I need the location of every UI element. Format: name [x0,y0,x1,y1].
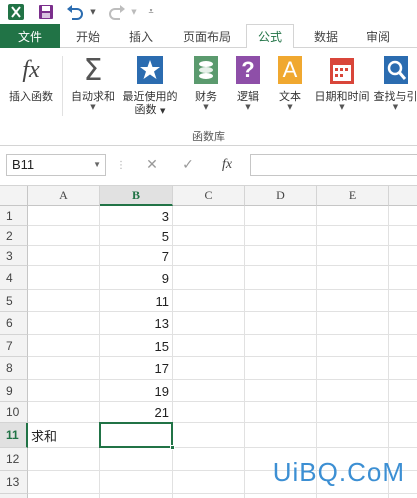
redo-icon[interactable] [106,2,128,22]
row-header-7[interactable]: 7 [0,335,28,357]
ribbon-separator [62,56,63,116]
cell-b4[interactable]: 9 [100,266,172,290]
row-gridline [28,356,417,357]
recently-used-button[interactable]: 最近使用的 函数 ▼ [118,54,182,118]
active-cell-b11[interactable] [99,422,173,448]
cell-b6[interactable]: 13 [100,312,172,335]
watermark-logo: UiBQ.CoM [272,457,405,487]
formula-input[interactable] [250,154,417,176]
chevron-down-icon: ▼ [90,103,96,111]
row-header-12[interactable]: 12 [0,448,28,471]
redo-dropdown-icon[interactable]: ▼ [129,2,139,22]
text-button[interactable]: A 文本 ▼ [272,54,308,112]
tab-insert[interactable]: 插入 [118,24,164,48]
row-gridline [28,225,417,226]
row-header-14[interactable]: 14 [0,494,28,498]
chevron-down-icon: ▼ [392,103,399,111]
row-header-6[interactable]: 6 [0,312,28,335]
group-label: 函数库 [192,130,225,143]
chevron-down-icon: ▼ [287,103,293,111]
column-header-a[interactable]: A [28,186,100,206]
text-icon: A [275,54,305,86]
excel-logo-icon [6,2,26,22]
fill-handle[interactable] [170,445,175,450]
column-gridline [316,206,317,498]
logical-icon: ? [233,54,263,86]
name-box[interactable]: B11 ▼ [6,154,106,176]
formula-bar: B11 ▼ ⋮ ✕ ✓ fx [0,146,417,186]
row-gridline [28,493,417,494]
financial-icon [191,54,221,86]
formula-bar-grip-icon: ⋮ [116,159,126,171]
chevron-down-icon: ▼ [245,103,251,111]
cell-b9[interactable]: 19 [100,380,172,402]
insert-function-fx-icon[interactable]: fx [214,154,240,176]
enter-icon[interactable]: ✓ [176,154,200,176]
name-box-dropdown-icon[interactable]: ▼ [93,155,101,175]
row-header-4[interactable]: 4 [0,266,28,290]
column-gridline [244,206,245,498]
cell-b8[interactable]: 17 [100,357,172,380]
column-header-d[interactable]: D [245,186,317,206]
row-header-5[interactable]: 5 [0,290,28,312]
cell-b7[interactable]: 15 [100,335,172,357]
save-icon[interactable] [36,2,56,22]
row-header-3[interactable]: 3 [0,246,28,266]
ribbon-function-library: fx 插入函数 Σ 自动求和 ▼ 最近使用的函数 ▼ 财务 ▼ ? 逻辑 ▼ [0,48,417,146]
row-header-1[interactable]: 1 [0,206,28,226]
select-all-corner[interactable] [0,186,28,206]
tab-review[interactable]: 审阅 [356,24,400,48]
undo-dropdown-icon[interactable]: ▼ [88,2,98,22]
lookup-icon [381,54,411,86]
row-gridline [28,265,417,266]
chevron-down-icon: ▼ [203,103,209,111]
ribbon-tabs: 文件 开始 插入 页面布局 公式 数据 审阅 [0,24,417,49]
column-gridline [388,206,389,498]
logical-button[interactable]: ? 逻辑 ▼ [230,54,266,112]
row-gridline [28,245,417,246]
quick-access-toolbar: ▼ ▼ ⩡ [0,0,417,24]
tab-data[interactable]: 数据 [304,24,348,48]
row-header-8[interactable]: 8 [0,357,28,380]
cell-b10[interactable]: 21 [100,402,172,423]
worksheet-grid: A B C D E 1234567891011121314 3579111315… [0,186,417,498]
column-header-e[interactable]: E [317,186,389,206]
row-gridline [28,379,417,380]
cell-b2[interactable]: 5 [100,226,172,246]
cell-b5[interactable]: 11 [100,290,172,312]
cancel-icon[interactable]: ✕ [140,154,164,176]
tab-file[interactable]: 文件 [0,24,60,48]
autosum-button[interactable]: Σ 自动求和 ▼ [66,52,120,112]
undo-icon[interactable] [64,2,86,22]
row-gridline [28,289,417,290]
column-header-f[interactable] [389,186,417,206]
customize-qat-icon[interactable]: ⩡ [144,2,158,22]
tab-home[interactable]: 开始 [66,24,110,48]
sum-icon: Σ [83,52,103,88]
row-gridline [28,334,417,335]
cell-b3[interactable]: 7 [100,246,172,266]
date-time-button[interactable]: 日期和时间 ▼ [310,54,374,112]
cell-a11[interactable]: 求和 [28,423,99,448]
column-header-c[interactable]: C [173,186,245,206]
column-gridline [172,206,173,498]
row-gridline [28,401,417,402]
column-header-b[interactable]: B [100,186,173,206]
row-header-11[interactable]: 11 [0,423,28,448]
insert-function-button[interactable]: fx 插入函数 [4,54,58,104]
lookup-reference-button[interactable]: 查找与引 ▼ [374,54,417,112]
row-header-10[interactable]: 10 [0,402,28,423]
star-icon [135,54,165,86]
chevron-down-icon: ▼ [339,103,345,111]
tab-formulas[interactable]: 公式 [246,24,294,49]
tab-page-layout[interactable]: 页面布局 [174,24,240,48]
insert-function-icon: fx [22,56,40,83]
calendar-icon [327,54,357,86]
row-header-2[interactable]: 2 [0,226,28,246]
row-gridline [28,311,417,312]
cell-b1[interactable]: 3 [100,206,172,226]
row-header-13[interactable]: 13 [0,471,28,494]
row-header-9[interactable]: 9 [0,380,28,402]
financial-button[interactable]: 财务 ▼ [186,54,226,112]
